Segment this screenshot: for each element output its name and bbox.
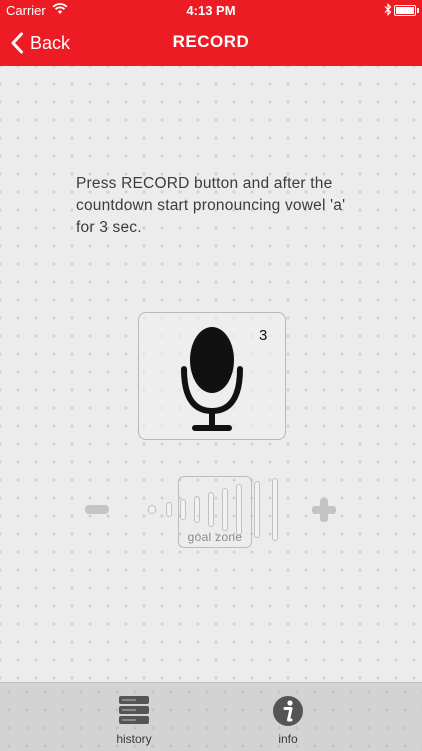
- tab-info-label: info: [278, 732, 298, 746]
- tab-info[interactable]: info: [248, 689, 328, 747]
- status-time: 4:13 PM: [186, 3, 236, 18]
- header: Carrier 4:13 PM Back RECORD: [0, 0, 422, 66]
- server-stack-icon: [118, 695, 150, 730]
- level-bar: [180, 499, 186, 520]
- instruction-text: Press RECORD button and after the countd…: [76, 175, 346, 236]
- tab-history-label: history: [116, 732, 152, 746]
- level-bar: [236, 484, 242, 535]
- level-bar: [222, 488, 228, 531]
- battery-icon: [394, 5, 419, 16]
- level-bar: [148, 505, 156, 514]
- info-icon: [272, 695, 304, 732]
- main-content: Press RECORD button and after the countd…: [0, 66, 422, 682]
- microphone-icon: [179, 325, 245, 438]
- increase-button[interactable]: [312, 498, 336, 522]
- navigation-bar: Back RECORD: [0, 20, 422, 66]
- bluetooth-icon: [384, 3, 394, 19]
- decrease-button[interactable]: [85, 505, 109, 514]
- countdown-number: 3: [259, 327, 268, 344]
- level-bar: [208, 492, 214, 527]
- record-button[interactable]: 3: [138, 312, 286, 440]
- tab-history[interactable]: history: [94, 689, 174, 747]
- level-bar: [272, 478, 278, 541]
- level-bar: [254, 481, 260, 538]
- level-bar: [166, 502, 172, 517]
- level-bar: [194, 496, 200, 523]
- status-bar: Carrier 4:13 PM: [0, 0, 422, 20]
- tab-bar: history info: [0, 682, 422, 751]
- page-title: RECORD: [172, 32, 250, 51]
- volume-meter: goal zone: [0, 470, 422, 550]
